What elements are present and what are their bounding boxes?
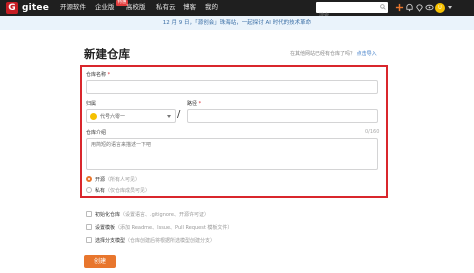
chevron-down-icon [167, 115, 171, 118]
template-note: （添加 Readme、Issue、Pull Request 模板文件） [115, 225, 233, 231]
import-prompt: 在其他网站已经有仓库了吗？ 点击导入 [290, 50, 377, 57]
checkbox-init-repo[interactable] [86, 211, 92, 217]
owner-label: 归属 [86, 101, 97, 107]
location-icon[interactable] [415, 3, 424, 12]
checkbox-init-repo-label[interactable]: 初始化仓库（设置语言、.gitignore、开源许可证） [95, 211, 209, 218]
nav-private-cloud[interactable]: 私有云 [156, 3, 176, 12]
gitee-logo[interactable]: G gitee [6, 2, 49, 14]
radio-public-label[interactable]: 开源（所有人可见） [95, 176, 140, 183]
branch-model-text: 选择分支模型 [95, 238, 126, 244]
radio-public[interactable] [86, 176, 92, 182]
path-label: 路径 * [187, 100, 201, 107]
logo-mark: G [6, 2, 18, 14]
repo-name-label: 仓库名称 * [86, 71, 110, 78]
description-field[interactable] [86, 138, 378, 170]
top-navbar: G gitee 开源软件 企业版 特惠 高校版 私有云 博客 我的 U [0, 0, 474, 22]
plus-icon[interactable] [395, 3, 404, 12]
repo-name-input[interactable] [87, 89, 377, 101]
bell-icon[interactable] [405, 3, 414, 12]
nav-enterprise[interactable]: 企业版 [95, 3, 115, 12]
import-link[interactable]: 点击导入 [357, 51, 377, 57]
description-label: 仓库介绍 [86, 130, 107, 136]
path-separator: / [177, 109, 181, 120]
path-field[interactable] [187, 109, 378, 130]
import-text: 在其他网站已经有仓库了吗？ [290, 51, 356, 57]
owner-value: 代号六零一 [100, 114, 126, 120]
search-icon[interactable] [380, 4, 386, 10]
checkbox-branch-model-label[interactable]: 选择分支模型（仓库创建后将根据所选模型创建分支） [95, 237, 215, 244]
chevron-down-icon[interactable] [448, 6, 452, 9]
brand-name: gitee [22, 3, 50, 13]
announcement-bar[interactable]: 12 月 9 日，「源创会」珠海站，一起探讨 AI 时代的技术革命 [0, 16, 474, 30]
owner-avatar [90, 113, 97, 120]
init-repo-note: （设置语言、.gitignore、开源许可证） [120, 212, 209, 218]
eye-icon[interactable] [425, 3, 434, 12]
repo-name-label-text: 仓库名称 [86, 72, 107, 78]
required-mark: * [106, 72, 111, 78]
checkbox-branch-model[interactable] [86, 237, 92, 243]
description-counter: 0/160 [365, 129, 380, 135]
branch-model-note: （仓库创建后将根据所选模型创建分支） [125, 238, 216, 244]
radio-private[interactable] [86, 187, 92, 193]
page-title: 新建仓库 [84, 47, 130, 61]
required-mark: * [197, 101, 202, 107]
radio-public-note: （所有人可见） [105, 177, 141, 183]
checkbox-template-label[interactable]: 设置模板（添加 Readme、Issue、Pull Request 模板文件） [95, 224, 232, 231]
repo-name-field[interactable] [86, 80, 378, 101]
nav-mine[interactable]: 我的 [205, 3, 218, 12]
init-repo-text: 初始化仓库 [95, 212, 121, 218]
search-box[interactable] [316, 2, 388, 22]
create-button[interactable]: 创建 [84, 255, 116, 268]
radio-private-text: 私有 [95, 188, 106, 194]
radio-private-label[interactable]: 私有（仅仓库成员可见） [95, 187, 150, 194]
user-avatar[interactable]: U [435, 3, 445, 13]
nav-open-source[interactable]: 开源软件 [60, 3, 86, 12]
radio-private-note: （仅仓库成员可见） [105, 188, 151, 194]
nav-blog[interactable]: 博客 [183, 3, 196, 12]
description-textarea[interactable] [87, 139, 377, 169]
nav-education[interactable]: 高校版 [126, 3, 146, 12]
radio-public-text: 开源 [95, 177, 106, 183]
checkbox-template[interactable] [86, 224, 92, 230]
owner-select[interactable]: 代号六零一 [86, 109, 176, 123]
template-text: 设置模板 [95, 225, 116, 231]
path-label-text: 路径 [187, 101, 198, 107]
path-input[interactable] [188, 118, 377, 130]
